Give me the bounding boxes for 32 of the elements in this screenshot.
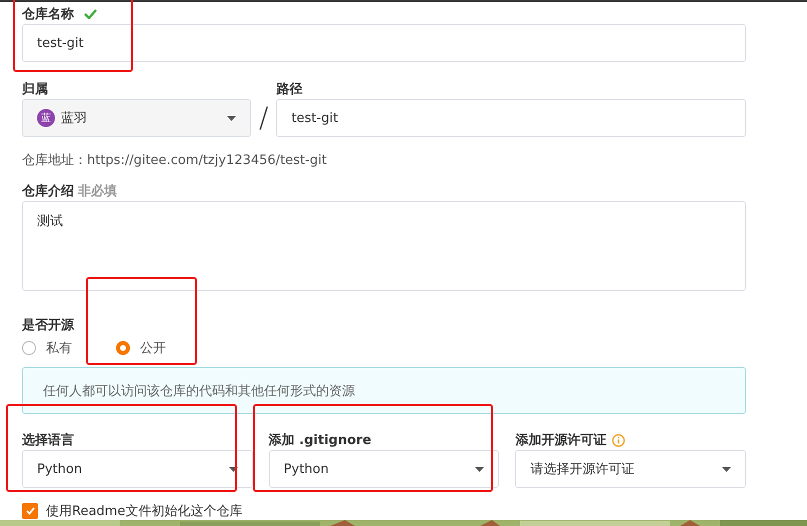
caret-icon: [475, 466, 484, 472]
dropdown-select[interactable]: 请选择开源许可证: [515, 450, 746, 488]
field-label: 是否开源: [22, 317, 74, 334]
dropdown-select[interactable]: Python: [22, 450, 253, 488]
path-separator: /: [259, 100, 268, 136]
owner-select[interactable]: 蓝 蓝羽: [22, 99, 251, 137]
owner-name: 蓝羽: [61, 110, 87, 127]
field-label: 路径: [276, 81, 302, 98]
caret-icon: [227, 116, 236, 120]
radio-label[interactable]: 私有: [46, 339, 72, 357]
radio-button[interactable]: [116, 341, 130, 355]
optional-hint: 非必填: [78, 182, 117, 200]
check-icon: [26, 507, 34, 515]
repository-address: 仓库地址：https://gitee.com/tzjy123456/test-git: [22, 152, 328, 169]
caret-icon: [228, 466, 238, 472]
checkbox[interactable]: [22, 503, 38, 519]
radio-button[interactable]: [22, 341, 36, 355]
name-input[interactable]: test-git: [22, 24, 746, 62]
checkbox-label[interactable]: 使用Readme文件初始化这个仓库: [46, 502, 242, 520]
caret-icon: [722, 466, 731, 472]
radio-label[interactable]: 公开: [140, 339, 166, 357]
avatar: 蓝: [37, 109, 55, 127]
dropdown-select[interactable]: Python: [268, 450, 500, 488]
info-notice: 任何人都可以访问该仓库的代码和其他任何形式的资源: [22, 367, 746, 414]
field-label: 添加 .gitignore: [268, 432, 372, 449]
field-label: 仓库名称: [22, 6, 74, 23]
field-label: 归属: [22, 81, 48, 98]
field-label: 选择语言: [22, 432, 74, 449]
field-label: 添加开源许可证: [515, 432, 606, 449]
field-label: 仓库介绍: [22, 182, 74, 200]
description-textarea[interactable]: 测试: [22, 201, 746, 291]
path-input[interactable]: test-git: [276, 99, 746, 137]
